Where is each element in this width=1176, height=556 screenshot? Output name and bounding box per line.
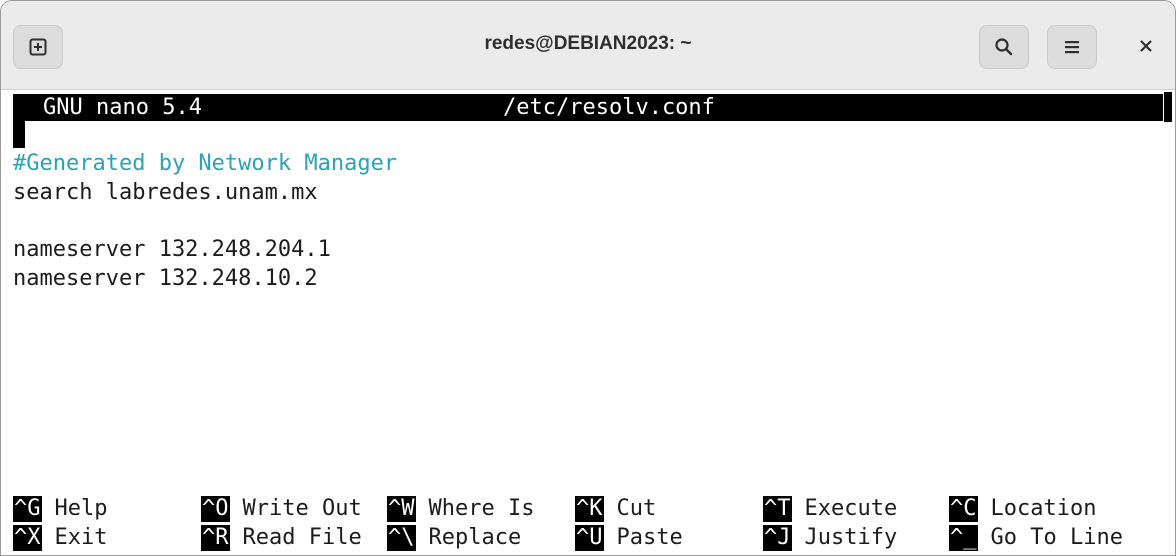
- shortcut-key: ^J: [763, 525, 792, 551]
- shortcut-key: ^T: [763, 496, 792, 522]
- shortcut-key: ^X: [13, 525, 42, 551]
- shortcut-label: Cut: [616, 496, 657, 521]
- shortcut-key: ^R: [201, 525, 230, 551]
- close-button[interactable]: [1131, 31, 1161, 61]
- shortcut-key: ^G: [13, 496, 42, 522]
- shortcut-help[interactable]: ^G Help: [13, 495, 107, 523]
- terminal-window: redes@DEBIAN2023: ~ GNU nano 5.4 /etc/re…: [0, 0, 1176, 556]
- shortcut-key: ^K: [575, 496, 604, 522]
- file-line-nameserver-1[interactable]: nameserver 132.248.204.1: [13, 236, 331, 264]
- terminal-area[interactable]: GNU nano 5.4 /etc/resolv.conf #Generated…: [1, 90, 1175, 555]
- shortcut-label: Where Is: [428, 496, 535, 521]
- shortcut-label: Exit: [54, 525, 108, 550]
- shortcut-label: Replace: [428, 525, 522, 550]
- shortcut-key: ^O: [201, 496, 230, 522]
- text-cursor: [13, 121, 25, 148]
- shortcut-label: Read File: [242, 525, 362, 550]
- menu-button[interactable]: [1047, 25, 1097, 69]
- search-button[interactable]: [979, 25, 1029, 69]
- shortcut-label: Location: [990, 496, 1097, 521]
- hamburger-menu-icon: [1065, 41, 1079, 54]
- shortcut-location[interactable]: ^C Location: [949, 495, 1096, 523]
- file-line-search[interactable]: search labredes.unam.mx: [13, 179, 318, 207]
- scrollbar[interactable]: [1164, 92, 1172, 122]
- nano-version: GNU nano 5.4: [43, 95, 202, 120]
- shortcut-label: Write Out: [242, 496, 362, 521]
- shortcut-where-is[interactable]: ^W Where Is: [387, 495, 534, 523]
- file-line-nameserver-2[interactable]: nameserver 132.248.10.2: [13, 265, 318, 293]
- shortcut-key: ^\: [387, 525, 416, 551]
- shortcut-label: Justify: [804, 525, 898, 550]
- shortcut-exit[interactable]: ^X Exit: [13, 524, 107, 552]
- shortcut-row-2: ^X Exit ^R Read File ^\ Replace ^U Paste ^J J…: [13, 524, 1123, 552]
- shortcut-key: ^_: [949, 525, 978, 551]
- shortcut-label: Paste: [616, 525, 683, 550]
- shortcut-read-file[interactable]: ^R Read File: [201, 524, 362, 552]
- shortcut-cut[interactable]: ^K Cut: [575, 495, 656, 523]
- shortcut-go-to-line[interactable]: ^_ Go To Line: [949, 524, 1123, 552]
- shortcut-justify[interactable]: ^J Justify: [763, 524, 897, 552]
- shortcut-label: Go To Line: [990, 525, 1123, 550]
- shortcut-key: ^U: [575, 525, 604, 551]
- file-line-comment[interactable]: #Generated by Network Manager: [13, 150, 397, 178]
- shortcut-replace[interactable]: ^\ Replace: [387, 524, 521, 552]
- shortcut-row-1: ^G Help ^O Write Out ^W Where Is ^K Cut ^T Ex…: [13, 495, 1096, 523]
- nano-header: GNU nano 5.4 /etc/resolv.conf: [13, 94, 1163, 121]
- file-name: /etc/resolv.conf: [503, 95, 715, 120]
- title-bar: redes@DEBIAN2023: ~: [1, 1, 1175, 90]
- close-icon: [1140, 40, 1152, 52]
- shortcut-paste[interactable]: ^U Paste: [575, 524, 683, 552]
- shortcut-key: ^C: [949, 496, 978, 522]
- shortcut-write-out[interactable]: ^O Write Out: [201, 495, 362, 523]
- shortcut-execute[interactable]: ^T Execute: [763, 495, 897, 523]
- shortcut-label: Help: [54, 496, 108, 521]
- shortcut-key: ^W: [387, 496, 416, 522]
- shortcut-label: Execute: [804, 496, 898, 521]
- search-icon: [995, 38, 1013, 56]
